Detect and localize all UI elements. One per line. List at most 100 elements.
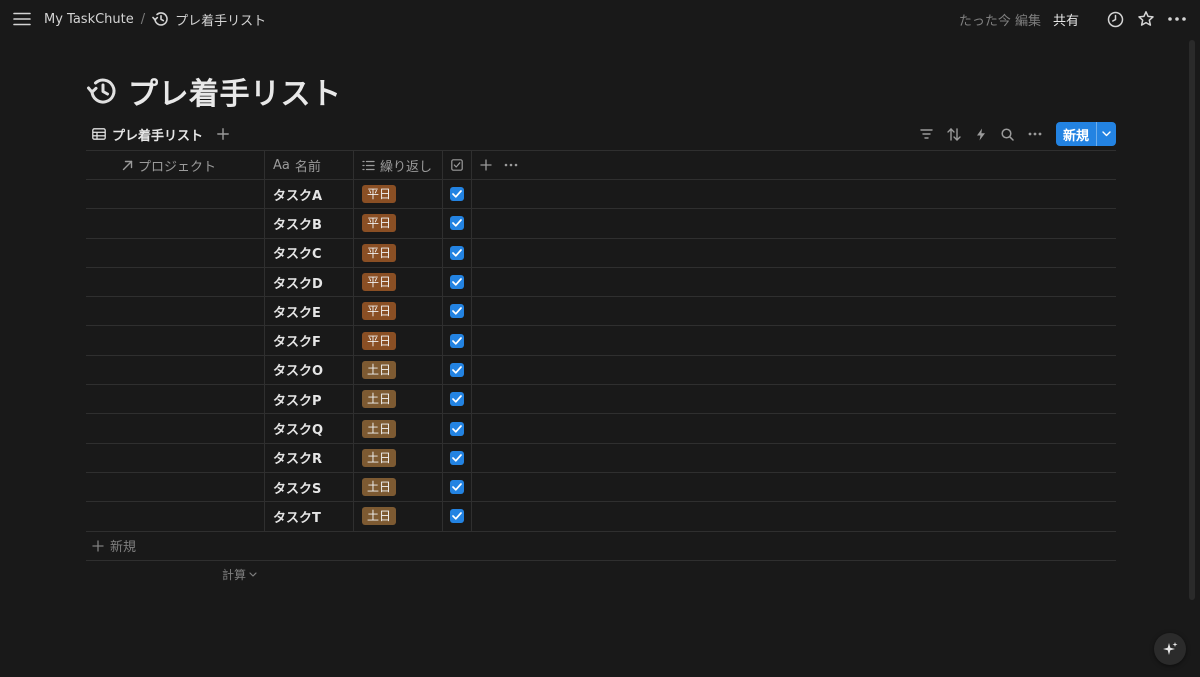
clock-icon[interactable] [1104, 8, 1126, 30]
cell-checkbox[interactable] [443, 443, 472, 472]
scrollbar[interactable] [1188, 40, 1196, 640]
task-name[interactable]: タスクB [273, 214, 322, 233]
task-name[interactable]: タスクA [273, 185, 322, 204]
column-header-project[interactable]: プロジェクト [86, 151, 265, 179]
cell-checkbox[interactable] [443, 472, 472, 502]
cell-project[interactable] [86, 472, 265, 502]
checkbox-checked[interactable] [450, 509, 464, 524]
task-name[interactable]: タスクC [273, 243, 322, 262]
more-options-icon[interactable] [1166, 8, 1188, 30]
cell-checkbox[interactable] [443, 297, 472, 326]
table-row[interactable]: タスクC 平日 [86, 238, 1116, 268]
table-row[interactable]: タスクD 平日 [86, 267, 1116, 298]
chevron-down-icon[interactable] [1096, 122, 1116, 146]
breadcrumb-workspace[interactable]: My TaskChute [44, 12, 134, 27]
cell-checkbox[interactable] [443, 385, 472, 414]
cell-repeat[interactable]: 土日 [354, 443, 443, 472]
cell-checkbox[interactable] [443, 355, 472, 385]
cell-project[interactable] [86, 502, 265, 531]
breadcrumb-page[interactable]: プレ着手リスト [152, 10, 266, 29]
checkbox-checked[interactable] [450, 187, 464, 202]
table-row[interactable]: タスクQ 土日 [86, 414, 1116, 444]
cell-repeat[interactable]: 平日 [354, 209, 443, 238]
cell-name[interactable]: タスクF [265, 326, 354, 355]
cell-project[interactable] [86, 238, 265, 267]
cell-repeat[interactable]: 土日 [354, 385, 443, 414]
cell-name[interactable]: タスクB [265, 209, 354, 238]
cell-checkbox[interactable] [443, 180, 472, 209]
cell-name[interactable]: タスクR [265, 443, 354, 472]
table-row[interactable]: タスクA 平日 [86, 180, 1116, 210]
task-name[interactable]: タスクF [273, 331, 321, 350]
checkbox-checked[interactable] [450, 275, 464, 290]
page-history-icon[interactable] [86, 76, 118, 106]
checkbox-checked[interactable] [450, 216, 464, 231]
share-button[interactable]: 共有 [1053, 10, 1079, 29]
cell-checkbox[interactable] [443, 502, 472, 531]
sort-icon[interactable] [945, 125, 963, 143]
table-row[interactable]: タスクF 平日 [86, 326, 1116, 356]
cell-name[interactable]: タスクD [265, 267, 354, 297]
task-name[interactable]: タスクS [273, 478, 321, 497]
cell-name[interactable]: タスクO [265, 355, 354, 385]
view-tab-table[interactable]: プレ着手リスト [86, 125, 203, 144]
table-row[interactable]: タスクB 平日 [86, 209, 1116, 239]
cell-repeat[interactable]: 平日 [354, 238, 443, 267]
star-icon[interactable] [1135, 8, 1157, 30]
checkbox-checked[interactable] [450, 304, 464, 319]
more-properties-icon[interactable] [504, 163, 518, 167]
cell-name[interactable]: タスクT [265, 502, 354, 531]
cell-repeat[interactable]: 平日 [354, 180, 443, 209]
add-new-row[interactable]: 新規 [86, 532, 1116, 561]
table-row[interactable]: タスクP 土日 [86, 385, 1116, 415]
cell-name[interactable]: タスクC [265, 238, 354, 267]
page-title[interactable]: プレ着手リスト [128, 69, 342, 113]
cell-repeat[interactable]: 平日 [354, 326, 443, 355]
cell-name[interactable]: タスクA [265, 180, 354, 209]
cell-project[interactable] [86, 297, 265, 326]
table-row[interactable]: タスクT 土日 [86, 502, 1116, 532]
cell-name[interactable]: タスクE [265, 297, 354, 326]
cell-project[interactable] [86, 209, 265, 238]
checkbox-checked[interactable] [450, 362, 464, 377]
add-view-icon[interactable] [215, 126, 231, 142]
cell-project[interactable] [86, 385, 265, 414]
table-row[interactable]: タスクR 土日 [86, 443, 1116, 473]
cell-checkbox[interactable] [443, 414, 472, 443]
ai-assistant-button[interactable] [1154, 633, 1186, 665]
cell-name[interactable]: タスクQ [265, 414, 354, 443]
task-name[interactable]: タスクQ [273, 419, 323, 438]
add-property-icon[interactable] [480, 159, 492, 171]
cell-repeat[interactable]: 土日 [354, 414, 443, 443]
cell-checkbox[interactable] [443, 238, 472, 267]
checkbox-checked[interactable] [450, 245, 464, 260]
cell-project[interactable] [86, 326, 265, 355]
search-icon[interactable] [999, 125, 1017, 143]
cell-project[interactable] [86, 355, 265, 385]
checkbox-checked[interactable] [450, 421, 464, 436]
cell-repeat[interactable]: 土日 [354, 472, 443, 502]
task-name[interactable]: タスクO [273, 360, 323, 379]
cell-project[interactable] [86, 180, 265, 209]
task-name[interactable]: タスクP [273, 390, 322, 409]
scrollbar-thumb[interactable] [1189, 40, 1195, 600]
checkbox-checked[interactable] [450, 480, 464, 495]
cell-name[interactable]: タスクP [265, 385, 354, 414]
cell-project[interactable] [86, 443, 265, 472]
calculate-row[interactable]: 計算 [86, 561, 1116, 589]
table-row[interactable]: タスクO 土日 [86, 355, 1116, 386]
checkbox-checked[interactable] [450, 450, 464, 465]
table-row[interactable]: タスクE 平日 [86, 297, 1116, 327]
cell-repeat[interactable]: 平日 [354, 297, 443, 326]
task-name[interactable]: タスクE [273, 302, 321, 321]
cell-checkbox[interactable] [443, 267, 472, 297]
new-button[interactable]: 新規 [1055, 122, 1116, 146]
filter-icon[interactable] [918, 125, 936, 143]
view-more-icon[interactable] [1026, 125, 1044, 143]
cell-project[interactable] [86, 414, 265, 443]
cell-project[interactable] [86, 267, 265, 297]
column-header-checkbox[interactable] [443, 151, 472, 179]
cell-checkbox[interactable] [443, 209, 472, 238]
cell-checkbox[interactable] [443, 326, 472, 355]
automation-bolt-icon[interactable] [972, 125, 990, 143]
